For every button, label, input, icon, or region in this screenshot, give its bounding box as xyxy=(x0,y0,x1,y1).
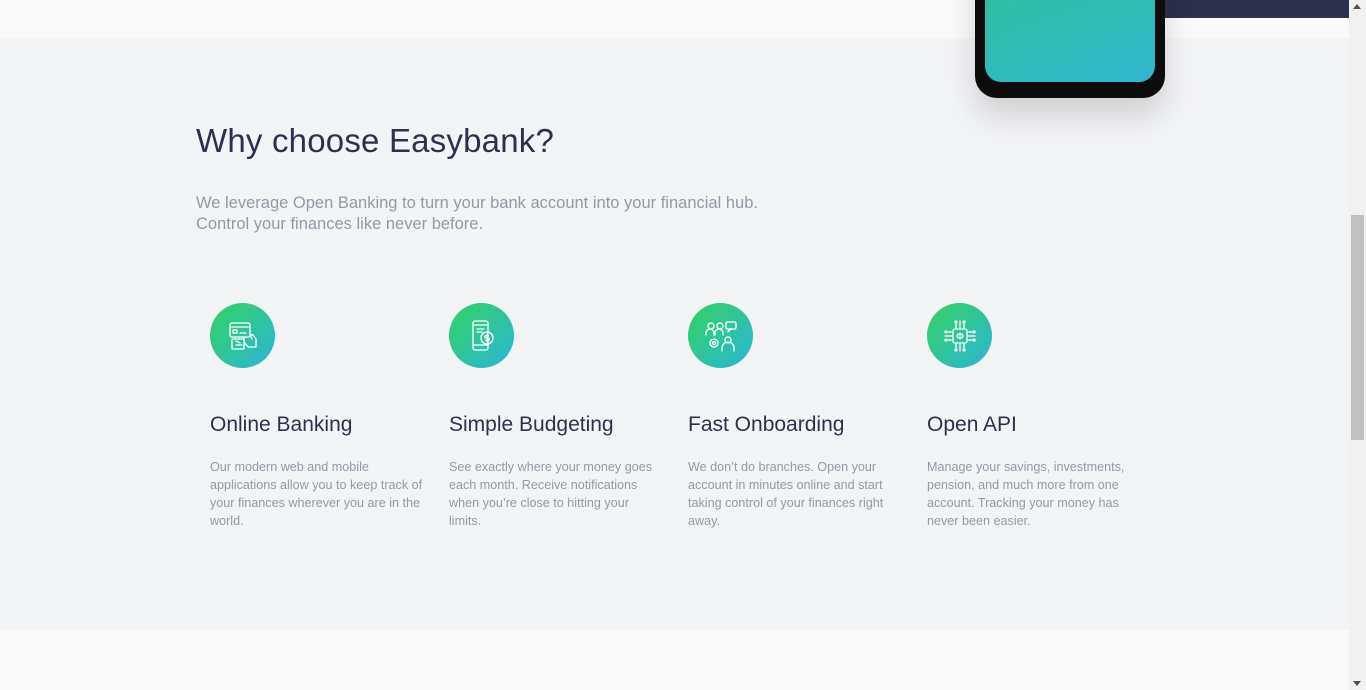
feature-title: Simple Budgeting xyxy=(449,413,614,436)
phone-mockup-image xyxy=(975,0,1165,98)
feature-card-simple-budgeting: Simple Budgeting See exactly where your … xyxy=(449,303,664,528)
onboarding-icon xyxy=(688,303,753,368)
phone-screen xyxy=(985,0,1155,82)
online-banking-icon xyxy=(210,303,275,368)
scroll-down-arrow-icon[interactable] xyxy=(1353,681,1361,686)
feature-card-fast-onboarding: Fast Onboarding We don’t do branches. Op… xyxy=(688,303,903,528)
section-intro-line-2: Control your finances like never before. xyxy=(196,215,484,233)
feature-card-open-api: Open API Manage your savings, investment… xyxy=(927,303,1142,528)
feature-title: Open API xyxy=(927,413,1017,436)
next-section-top xyxy=(0,630,1349,690)
api-icon xyxy=(927,303,992,368)
budgeting-icon xyxy=(449,303,514,368)
feature-description: Manage your savings, investments, pensio… xyxy=(927,460,1125,528)
section-intro: We leverage Open Banking to turn your ba… xyxy=(196,193,796,235)
scroll-up-arrow-icon[interactable] xyxy=(1353,4,1361,9)
feature-description: We don’t do branches. Open your account … xyxy=(688,460,884,528)
section-intro-line-1: We leverage Open Banking to turn your ba… xyxy=(196,194,758,212)
feature-card-online-banking: Online Banking Our modern web and mobile… xyxy=(210,303,425,528)
scrollbar-thumb[interactable] xyxy=(1351,215,1364,440)
feature-description: Our modern web and mobile applications a… xyxy=(210,460,423,528)
feature-description: See exactly where your money goes each m… xyxy=(449,460,653,528)
feature-title: Fast Onboarding xyxy=(688,413,845,436)
header-dark-band xyxy=(1160,0,1349,18)
feature-title: Online Banking xyxy=(210,413,353,436)
vertical-scrollbar[interactable] xyxy=(1349,0,1366,690)
section-title: Why choose Easybank? xyxy=(196,122,555,159)
